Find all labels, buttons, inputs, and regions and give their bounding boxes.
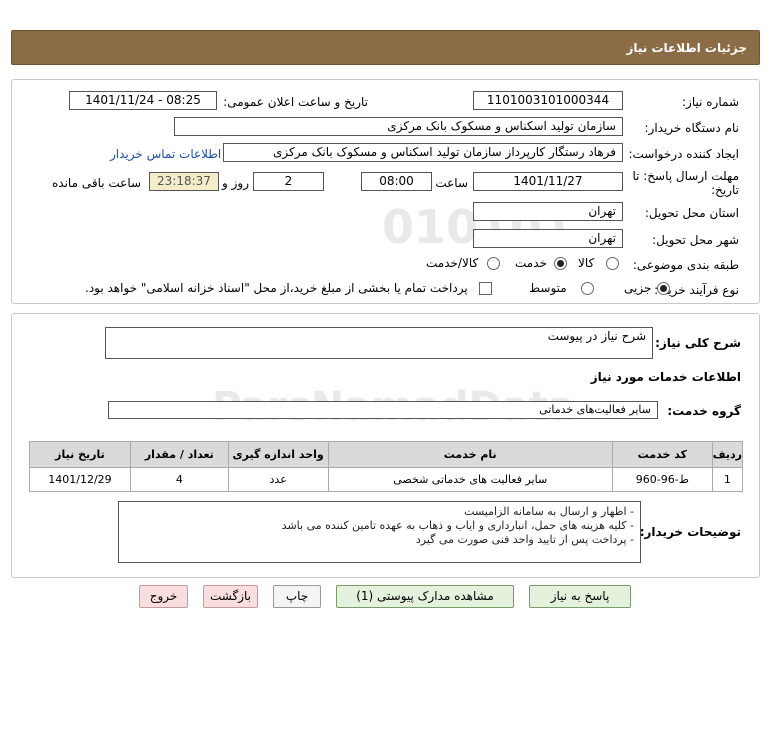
days-label: روز و [222,176,249,190]
deadline-date-label: تاریخ: [711,183,739,197]
buyer-notes-label: توضیحات خریدار: [639,525,741,539]
table-header-cell: ردیف [711,441,744,468]
category-radio-goods[interactable] [606,257,619,270]
deadline-time-field[interactable]: 08:00 [361,172,432,191]
need-date-cell: 1401/12/29 [29,467,131,492]
category-radio-goods-service[interactable] [487,257,500,270]
deadline-label: مهلت ارسال پاسخ: تا [632,169,739,183]
buyer-note-line: - اظهار و ارسال به سامانه الزامیست [464,505,634,518]
category-service-label: خدمت [515,256,547,270]
deadline-date-field[interactable]: 1401/11/27 [473,172,623,191]
need-info-panel: 010101 شماره نیاز: 1101003101000344 تاری… [11,79,760,304]
service-name-cell: سایر فعالیت های خدماتی شخصی [327,467,613,492]
services-info-title: اطلاعات خدمات مورد نیاز [590,370,741,384]
creator-field[interactable]: فرهاد رستگار کارپرداز سازمان تولید اسکنا… [223,143,623,162]
table-header-cell: نام خدمت [327,441,613,468]
category-goods-label: کالا [578,256,595,270]
service-group-label: گروه خدمت: [667,404,741,418]
table-row[interactable]: 1 ط-96-960 سایر فعالیت های خدماتی شخصی ع… [29,467,744,492]
announce-label: تاریخ و ساعت اعلان عمومی: [223,95,368,109]
buyer-org-field[interactable]: سازمان تولید اسکناس و مسکوک بانک مرکزی [174,117,623,136]
buyer-org-label: نام دستگاه خریدار: [644,121,740,135]
row-index-cell: 1 [711,467,744,492]
page-title: جزئیات اطلاعات نیاز [626,41,747,55]
creator-label: ایجاد کننده درخواست: [628,147,739,161]
service-group-field[interactable]: سایر فعالیت‌های خدماتی [108,401,658,419]
print-button[interactable]: چاپ [273,585,321,608]
need-number-label: شماره نیاز: [682,95,739,109]
city-label: شهر محل تحویل: [652,233,739,247]
table-header-cell: تعداد / مقدار [129,441,229,468]
attachments-button[interactable]: مشاهده مدارک پیوستی (1) [336,585,514,608]
days-field[interactable]: 2 [253,172,324,191]
buyer-note-line: - کلیه هزینه های حمل، انبارداری و ایاب و… [281,519,634,532]
table-header-cell: واحد اندازه گیری [227,441,329,468]
need-details-panel: ParsNamadData شرح کلی نیاز: شرح نیاز در … [11,313,760,578]
purchase-medium-label: متوسط [529,281,567,295]
province-field[interactable]: تهران [473,202,623,221]
quantity-cell: 4 [129,467,229,492]
buyer-contact-link[interactable]: اطلاعات تماس خریدار [110,147,221,161]
buyer-notes-box: - اظهار و ارسال به سامانه الزامیست - کلی… [118,501,641,563]
need-number-field[interactable]: 1101003101000344 [473,91,623,110]
table-header-cell: کد خدمت [611,441,713,468]
page-header: جزئیات اطلاعات نیاز [11,30,760,65]
category-label: طبقه بندی موضوعی: [632,258,739,272]
exit-button[interactable]: خروج [139,585,188,608]
table-header-cell: تاریخ نیاز [29,441,131,468]
reply-button[interactable]: پاسخ به نیاز [529,585,631,608]
remaining-label: ساعت باقی مانده [52,176,142,190]
unit-cell: عدد [227,467,329,492]
buyer-note-line: - پرداخت پس از تایید واحد فنی صورت می گی… [415,533,634,546]
treasury-note: پرداخت تمام یا بخشی از مبلغ خرید،از محل … [85,281,468,295]
general-desc-label: شرح کلی نیاز: [655,336,741,350]
general-desc-field[interactable]: شرح نیاز در پیوست [105,327,653,359]
province-label: استان محل تحویل: [644,206,739,220]
service-code-cell: ط-96-960 [611,467,713,492]
table-header-row: ردیف کد خدمت نام خدمت واحد اندازه گیری ت… [29,441,744,468]
purchase-radio-minor[interactable] [657,282,670,295]
purchase-minor-label: جزیی [624,281,652,295]
services-table: ردیف کد خدمت نام خدمت واحد اندازه گیری ت… [29,441,744,492]
announce-field[interactable]: 1401/11/24 - 08:25 [69,91,217,110]
remaining-time-field: 23:18:37 [149,172,219,191]
category-radio-service[interactable] [554,257,567,270]
purchase-radio-medium[interactable] [581,282,594,295]
deadline-time-label: ساعت [435,176,468,190]
back-button[interactable]: بازگشت [203,585,258,608]
category-goods-service-label: کالا/خدمت [426,256,479,270]
city-field[interactable]: تهران [473,229,623,248]
treasury-checkbox[interactable] [479,282,492,295]
